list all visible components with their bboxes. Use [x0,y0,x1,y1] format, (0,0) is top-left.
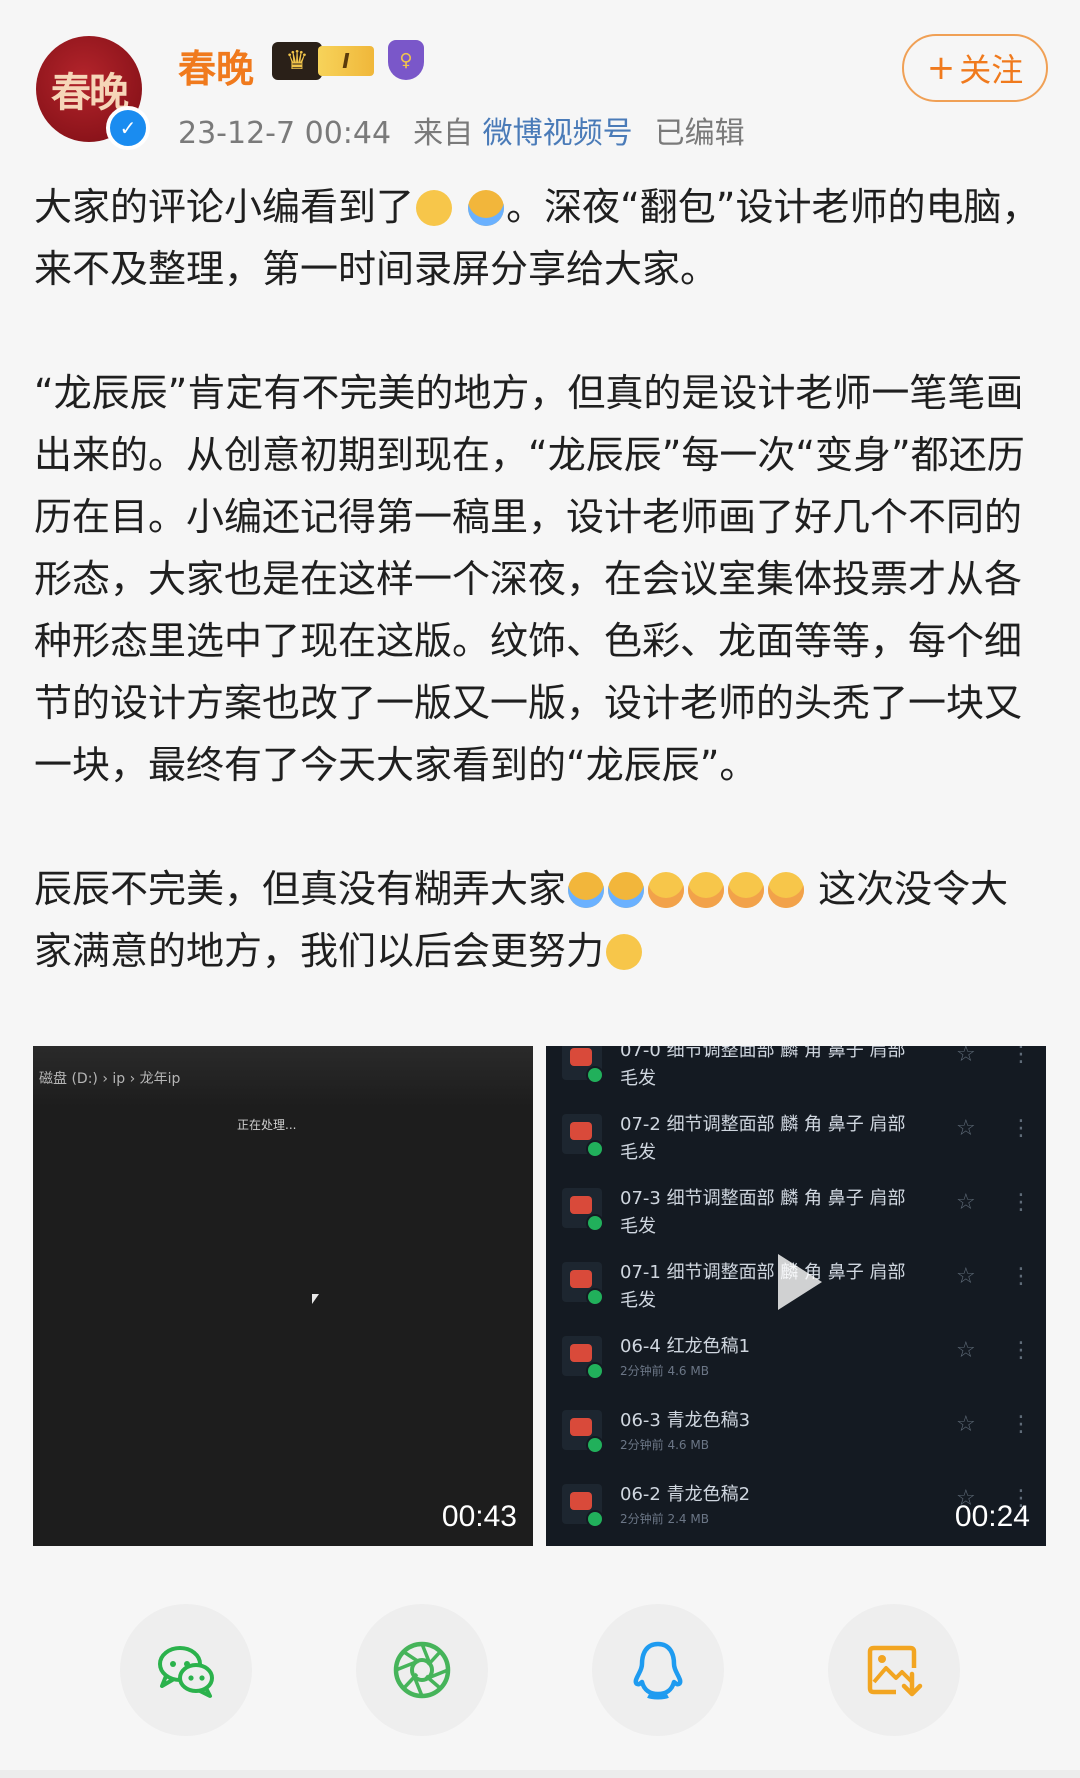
check-icon [586,1288,604,1306]
follow-button[interactable]: + 关注 [902,34,1048,102]
file-list-item: 07-2 细节调整面部 麟 角 鼻子 肩部 毛发 ☆ ⋮ [546,1102,1046,1176]
video-1-path-text: 磁盘 (D:) › ip › 龙年ip [39,1071,181,1087]
post-date: 23-12-7 00:44 [178,116,392,151]
wechat-icon [158,1646,214,1698]
more-icon: ⋮ [1010,1412,1032,1437]
star-icon: ☆ [956,1338,976,1363]
share-wechat-button[interactable] [120,1604,252,1736]
more-icon: ⋮ [1010,1190,1032,1215]
file-title: 07-0 细节调整面部 麟 角 鼻子 肩部 [620,1046,906,1061]
file-subtitle: 毛发 [620,1216,656,1237]
file-title: 06-4 红龙色稿1 [620,1336,751,1357]
play-icon[interactable] [778,1254,822,1310]
file-title: 07-3 细节调整面部 麟 角 鼻子 肩部 [620,1188,906,1209]
crown-badge-icon: ♛ [272,42,322,80]
check-icon [586,1066,604,1084]
from-label: 来自 [413,116,474,151]
pleading-face-emoji-icon [416,190,453,226]
video-thumbnail-2[interactable]: 07-0 细节调整面部 麟 角 鼻子 肩部 毛发 ☆ ⋮ 07-2 细节调整面部 … [546,1046,1046,1546]
star-icon: ☆ [956,1264,976,1289]
mouse-cursor-icon [312,1294,319,1304]
user-name[interactable]: 春晚 [178,38,254,93]
share-qq-button[interactable] [592,1604,724,1736]
file-meta: 2分钟前 4.6 MB [620,1438,709,1452]
shy-face-emoji-icon [648,872,685,908]
share-moments-button[interactable] [356,1604,488,1736]
file-list-item: 07-3 细节调整面部 麟 角 鼻子 肩部 毛发 ☆ ⋮ [546,1176,1046,1250]
post-text-segment: 辰辰不完美，但真没有糊弄大家 [34,867,567,911]
edited-label: 已编辑 [654,116,745,151]
post-text-segment: 大家的评论小编看到了 [34,185,415,229]
bottom-divider [0,1770,1080,1778]
more-icon: ⋮ [1010,1264,1032,1289]
crying-face-emoji-icon [608,872,645,908]
video-thumbnail-1[interactable]: 磁盘 (D:) › ip › 龙年ip 正在处理... 00:43 [33,1046,533,1546]
qq-icon [633,1641,683,1700]
file-subtitle: 毛发 [620,1290,656,1311]
file-title: 06-3 青龙色稿3 [620,1410,751,1431]
shy-face-emoji-icon [728,872,765,908]
video-1-loading-text: 正在处理... [237,1118,297,1132]
check-icon [586,1214,604,1232]
crying-face-emoji-icon [568,872,605,908]
crying-face-emoji-icon [468,190,505,226]
level-badge: I [318,46,374,76]
file-list-item: 06-4 红龙色稿1 2分钟前 4.6 MB ☆ ⋮ [546,1324,1046,1398]
star-icon: ☆ [956,1190,976,1215]
star-icon: ☆ [956,1412,976,1437]
check-icon [586,1436,604,1454]
file-list-item: 07-0 细节调整面部 麟 角 鼻子 肩部 毛发 ☆ ⋮ [546,1046,1046,1102]
share-bar [0,1604,1080,1740]
shy-face-emoji-icon [768,872,805,908]
save-image-icon [867,1645,923,1697]
verified-badge-icon: ✓ [106,106,150,150]
post-meta: 23-12-7 00:44 来自 微博视频号 已编辑 [178,108,745,152]
more-icon: ⋮ [1010,1046,1032,1067]
file-meta: 2分钟前 4.6 MB [620,1364,709,1378]
check-icon [586,1510,604,1528]
file-title: 06-2 青龙色稿2 [620,1484,751,1505]
file-list-item: 06-3 青龙色稿3 2分钟前 4.6 MB ☆ ⋮ [546,1398,1046,1472]
level-badge-text: I [342,49,350,73]
rolling-eyes-emoji-icon [606,934,643,970]
post-text: 大家的评论小编看到了 。深夜“翻包”设计老师的电脑，来不及整理，第一时间录屏分享… [34,176,1046,982]
shy-face-emoji-icon [688,872,725,908]
shield-badge-icon: ♀ [388,40,424,80]
file-subtitle: 毛发 [620,1142,656,1163]
file-title: 07-1 细节调整面部 麟 角 鼻子 肩部 [620,1262,906,1283]
star-icon: ☆ [956,1116,976,1141]
file-subtitle: 毛发 [620,1068,656,1089]
more-icon: ⋮ [1010,1338,1032,1363]
star-icon: ☆ [956,1046,976,1067]
save-image-button[interactable] [828,1604,960,1736]
file-title: 07-2 细节调整面部 麟 角 鼻子 肩部 [620,1114,906,1135]
post-paragraph-1: 大家的评论小编看到了 。深夜“翻包”设计老师的电脑，来不及整理，第一时间录屏分享… [34,176,1046,300]
plus-icon: + [926,48,956,88]
video-duration: 00:24 [954,1500,1030,1533]
check-icon [586,1140,604,1158]
video-duration: 00:43 [441,1500,517,1533]
follow-label: 关注 [959,51,1024,89]
more-icon: ⋮ [1010,1116,1032,1141]
moments-icon [393,1641,451,1699]
file-meta: 2分钟前 2.4 MB [620,1512,709,1526]
post-paragraph-2: “龙辰辰”肯定有不完美的地方，但真的是设计老师一笔笔画出来的。从创意初期到现在，… [34,371,1025,787]
post-paragraph-3: 辰辰不完美，但真没有糊弄大家 这次没令大家满意的地方，我们以后会更努力 [34,858,1046,982]
check-icon [586,1362,604,1380]
weibo-post-page: 春晚 ✓ 春晚 ♛ I ♀ 23-12-7 00:44 来自 微博视频号 已编辑 +… [0,0,1080,1778]
post-header: 春晚 ✓ 春晚 ♛ I ♀ 23-12-7 00:44 来自 微博视频号 已编辑 +… [0,0,1080,152]
post-source-link[interactable]: 微博视频号 [483,116,633,151]
